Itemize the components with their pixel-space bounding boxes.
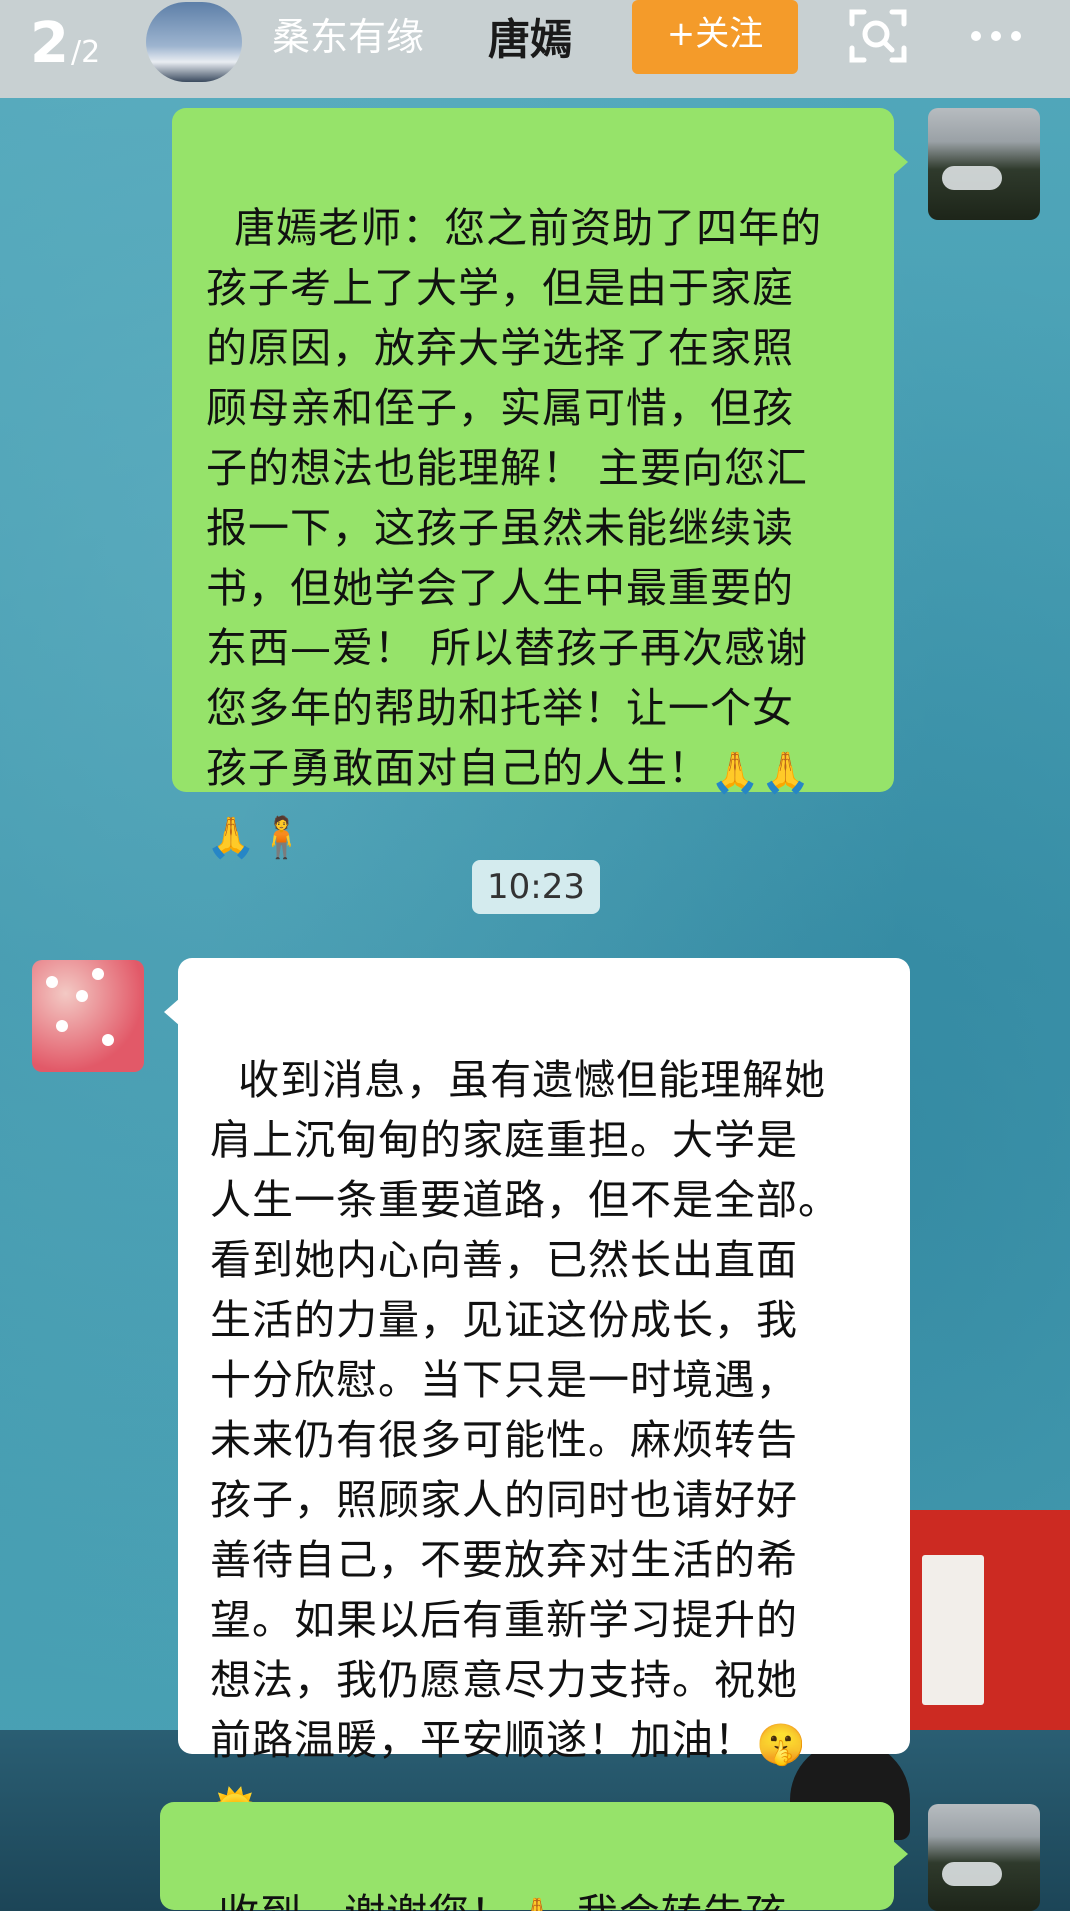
- avatar-mist: [942, 1862, 1002, 1886]
- avatar-dot: [46, 976, 58, 988]
- message-bubble-2[interactable]: 收到消息，虽有遗憾但能理解她 肩上沉甸甸的家庭重担。大学是 人生一条重要道路，但…: [178, 958, 910, 1833]
- author-name[interactable]: 桑东有缘: [272, 12, 424, 62]
- self-avatar[interactable]: [928, 108, 1040, 220]
- message-bubble-1[interactable]: 唐嫣老师：您之前资助了四年的 孩子考上了大学，但是由于家庭 的原因，放弃大学选择…: [172, 108, 894, 861]
- contact-avatar[interactable]: [32, 960, 144, 1072]
- background-window: [922, 1555, 984, 1705]
- page-indicator: 2/2: [30, 8, 100, 88]
- message-text-1: 唐嫣老师：您之前资助了四年的 孩子考上了大学，但是由于家庭 的原因，放弃大学选择…: [206, 204, 823, 792]
- author-avatar[interactable]: [146, 2, 242, 82]
- avatar-mist: [942, 166, 1002, 190]
- avatar-dot: [56, 1020, 68, 1032]
- page-current: 2: [30, 11, 69, 76]
- follow-button[interactable]: +关注: [632, 0, 798, 74]
- message-timestamp: 10:23: [472, 860, 600, 914]
- more-icon[interactable]: [966, 18, 1026, 54]
- avatar-dot: [76, 990, 88, 1002]
- self-avatar[interactable]: [928, 1804, 1040, 1911]
- page-total: /2: [70, 35, 101, 70]
- bubble-tail: [892, 1840, 908, 1868]
- message-text-3a: 收到，谢谢您！: [218, 1890, 512, 1911]
- pray-emoji: 🙏: [512, 1896, 563, 1911]
- pray-person-emoji: 🙏🧍: [206, 815, 308, 861]
- avatar-dot: [92, 968, 104, 980]
- bubble-tail: [892, 148, 908, 176]
- shush-emoji: 🤫: [756, 1722, 807, 1768]
- scan-icon[interactable]: [848, 6, 908, 66]
- message-bubble-3[interactable]: 收到，谢谢您！🙏 我会转告孩子！: [160, 1802, 894, 1911]
- message-text-2: 收到消息，虽有遗憾但能理解她 肩上沉甸甸的家庭重担。大学是 人生一条重要道路，但…: [210, 1056, 840, 1764]
- top-bar: 2/2 桑东有缘 唐嫣 +关注: [0, 0, 1070, 98]
- pray-emoji-pair: 🙏🙏: [710, 750, 812, 796]
- chat-title: 唐嫣: [488, 15, 573, 64]
- avatar-dot: [102, 1034, 114, 1046]
